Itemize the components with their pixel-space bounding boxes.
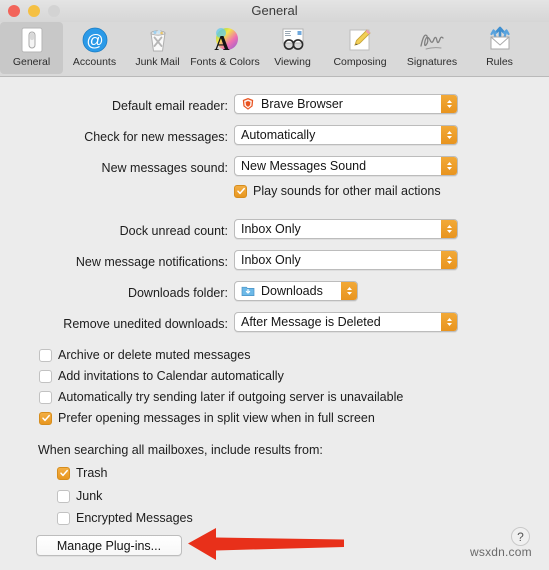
- checkbox-archive-muted-messages[interactable]: Archive or delete muted messages: [39, 348, 250, 362]
- label-default-email-reader: Default email reader:: [111, 99, 228, 113]
- label-new-message-notifications: New message notifications:: [75, 255, 228, 269]
- checkbox-label: Automatically try sending later if outgo…: [58, 390, 404, 404]
- checkbox-box[interactable]: [39, 411, 52, 425]
- general-switch-icon: [17, 25, 47, 55]
- stepper-icon[interactable]: [341, 282, 357, 300]
- toolbar-item-label: Fonts & Colors: [190, 56, 260, 68]
- watermark-text: wsxdn.com: [470, 545, 532, 559]
- label-remove-unedited-downloads: Remove unedited downloads:: [63, 317, 228, 331]
- toolbar-item-viewing[interactable]: Viewing: [261, 22, 324, 74]
- svg-text:@: @: [86, 31, 103, 50]
- stepper-icon[interactable]: [441, 220, 457, 238]
- stepper-icon[interactable]: [441, 157, 457, 175]
- preferences-content: Default email reader: Brave Browser Chec…: [0, 77, 549, 570]
- popup-value: Inbox Only: [241, 253, 301, 267]
- label-check-for-new-messages: Check for new messages:: [84, 130, 228, 144]
- toolbar-item-fonts-colors[interactable]: A Fonts & Colors: [189, 22, 261, 74]
- popup-value: After Message is Deleted: [241, 315, 381, 329]
- checkbox-box[interactable]: [234, 184, 247, 198]
- downloads-folder-icon: [240, 284, 255, 299]
- rules-envelope-icon: [485, 25, 515, 55]
- signatures-script-icon: [417, 25, 447, 55]
- stepper-icon[interactable]: [441, 251, 457, 269]
- toolbar-item-label: Viewing: [274, 56, 311, 68]
- popup-remove-unedited-downloads[interactable]: After Message is Deleted: [234, 312, 458, 332]
- popup-value: Inbox Only: [241, 222, 301, 236]
- toolbar-item-label: Signatures: [406, 56, 458, 68]
- label-dock-unread-count: Dock unread count:: [119, 224, 228, 238]
- stepper-icon[interactable]: [441, 95, 457, 113]
- checkbox-label: Encrypted Messages: [76, 511, 193, 525]
- popup-dock-unread-count[interactable]: Inbox Only: [234, 219, 458, 239]
- window-title: General: [251, 3, 298, 18]
- toolbar-item-general[interactable]: General: [0, 22, 63, 74]
- manage-plugins-button[interactable]: Manage Plug-ins...: [36, 535, 182, 556]
- toolbar-item-composing[interactable]: Composing: [324, 22, 396, 74]
- checkbox-box[interactable]: [57, 489, 70, 503]
- checkbox-add-invitations-calendar[interactable]: Add invitations to Calendar automaticall…: [39, 369, 284, 383]
- toolbar-item-label: Composing: [333, 56, 387, 68]
- checkbox-box[interactable]: [57, 511, 70, 525]
- checkbox-box[interactable]: [39, 369, 52, 383]
- checkbox-prefer-split-view[interactable]: Prefer opening messages in split view wh…: [39, 411, 375, 425]
- checkbox-label: Archive or delete muted messages: [58, 348, 251, 362]
- viewing-glasses-icon: [278, 25, 308, 55]
- checkbox-label: Prefer opening messages in split view wh…: [58, 411, 375, 425]
- toolbar-item-label: Accounts: [72, 56, 117, 68]
- toolbar-item-label: Rules: [486, 56, 513, 68]
- checkbox-search-trash[interactable]: Trash: [57, 466, 108, 480]
- toolbar-item-accounts[interactable]: @ Accounts: [63, 22, 126, 74]
- popup-new-message-notifications[interactable]: Inbox Only: [234, 250, 458, 270]
- toolbar-item-label: Junk Mail: [135, 56, 180, 68]
- brave-lion-icon: [240, 97, 255, 112]
- stepper-icon[interactable]: [441, 313, 457, 331]
- checkbox-label: Trash: [76, 466, 108, 480]
- popup-value: New Messages Sound: [241, 159, 367, 173]
- fonts-colors-wheel-icon: A: [210, 25, 240, 55]
- composing-pencil-icon: [345, 25, 375, 55]
- preferences-toolbar: General @ Accounts Junk Mail A Fonts & C…: [0, 22, 549, 77]
- svg-text:A: A: [214, 31, 230, 54]
- popup-new-messages-sound[interactable]: New Messages Sound: [234, 156, 458, 176]
- popup-check-for-new-messages[interactable]: Automatically: [234, 125, 458, 145]
- junk-mail-trash-icon: [143, 25, 173, 55]
- popup-downloads-folder[interactable]: Downloads: [234, 281, 358, 301]
- checkbox-box[interactable]: [39, 390, 52, 404]
- label-new-messages-sound: New messages sound:: [101, 161, 228, 175]
- accounts-at-sign-icon: @: [80, 25, 110, 55]
- search-section-heading: When searching all mailboxes, include re…: [38, 443, 323, 457]
- checkbox-label: Add invitations to Calendar automaticall…: [58, 369, 284, 383]
- toolbar-item-signatures[interactable]: Signatures: [396, 22, 468, 74]
- stepper-icon[interactable]: [441, 126, 457, 144]
- mail-general-preferences-window: General General @ Accounts Junk Mail A F…: [0, 0, 549, 570]
- popup-value: Downloads: [261, 284, 323, 298]
- label-downloads-folder: Downloads folder:: [127, 286, 228, 300]
- popup-default-email-reader[interactable]: Brave Browser: [234, 94, 458, 114]
- checkbox-search-encrypted-messages[interactable]: Encrypted Messages: [57, 511, 193, 525]
- checkbox-label: Play sounds for other mail actions: [253, 184, 441, 198]
- popup-value: Brave Browser: [261, 97, 343, 111]
- checkbox-label: Junk: [76, 489, 103, 503]
- toolbar-item-label: General: [12, 56, 51, 68]
- title-bar: General: [0, 0, 549, 22]
- checkbox-play-sounds[interactable]: Play sounds for other mail actions: [234, 184, 441, 198]
- help-button[interactable]: ?: [511, 527, 530, 546]
- checkbox-auto-try-sending-later[interactable]: Automatically try sending later if outgo…: [39, 390, 403, 404]
- toolbar-item-rules[interactable]: Rules: [468, 22, 531, 74]
- checkbox-box[interactable]: [39, 348, 52, 362]
- popup-value: Automatically: [241, 128, 316, 142]
- checkbox-search-junk[interactable]: Junk: [57, 489, 102, 503]
- toolbar-item-junk-mail[interactable]: Junk Mail: [126, 22, 189, 74]
- checkbox-box[interactable]: [57, 466, 70, 480]
